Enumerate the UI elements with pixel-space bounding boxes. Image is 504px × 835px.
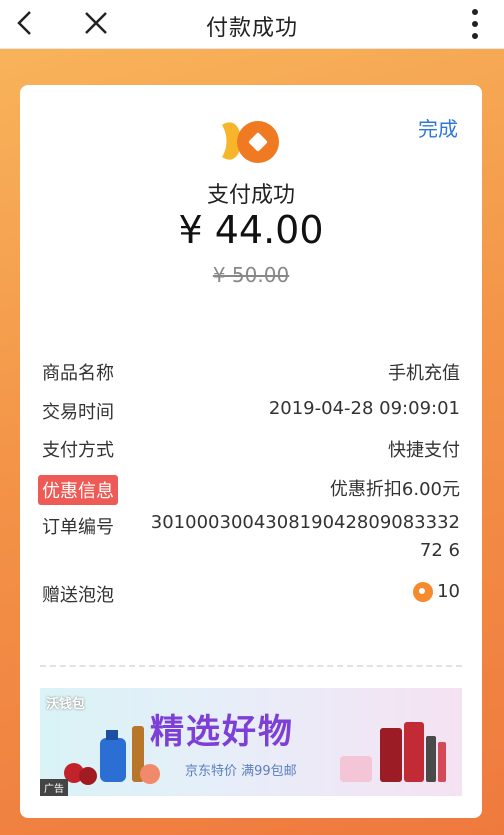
ad-products-left-image	[64, 726, 160, 785]
time-label: 交易时间	[42, 402, 114, 423]
payment-result-card: 完成 支付成功 ¥ 44.00 ¥ 50.00 商品名称 手机充值 交易时间 2…	[20, 85, 482, 818]
more-options-icon[interactable]	[468, 6, 482, 42]
ad-promo-text: 京东特价 满99包邮	[185, 764, 297, 779]
bubble-icon	[413, 581, 434, 602]
product-label: 商品名称	[42, 363, 114, 384]
ad-banner[interactable]: 沃钱包 精选好物 京东特价 满99包邮 广告	[40, 688, 462, 796]
bubble-count: 10	[437, 581, 460, 602]
bubble-label: 赠送泡泡	[42, 585, 114, 606]
method-label: 支付方式	[42, 440, 114, 461]
ad-slogan: 精选好物	[150, 712, 294, 752]
wallet-logo-icon	[222, 121, 279, 163]
top-nav-bar: 付款成功	[0, 0, 504, 49]
paid-amount: ¥ 44.00	[178, 208, 324, 252]
order-label: 订单编号	[42, 517, 114, 538]
time-value: 2019-04-28 09:09:01	[268, 398, 460, 419]
page-title: 付款成功	[205, 16, 298, 41]
payment-status: 支付成功	[206, 183, 295, 208]
order-number: 30100030043081904280908333272 6	[150, 512, 460, 561]
discount-value: 优惠折扣6.00元	[329, 479, 460, 500]
ad-products-right-image	[340, 722, 446, 782]
bubble-value-group: 10	[413, 581, 460, 602]
discount-label-badge: 优惠信息	[38, 475, 118, 505]
product-value: 手机充值	[388, 363, 460, 384]
ad-tag: 广告	[40, 779, 68, 796]
original-amount: ¥ 50.00	[212, 263, 290, 287]
ad-brand: 沃钱包	[46, 697, 86, 712]
dashed-divider	[40, 665, 462, 667]
method-value: 快捷支付	[388, 440, 460, 461]
done-button[interactable]: 完成	[418, 113, 458, 142]
